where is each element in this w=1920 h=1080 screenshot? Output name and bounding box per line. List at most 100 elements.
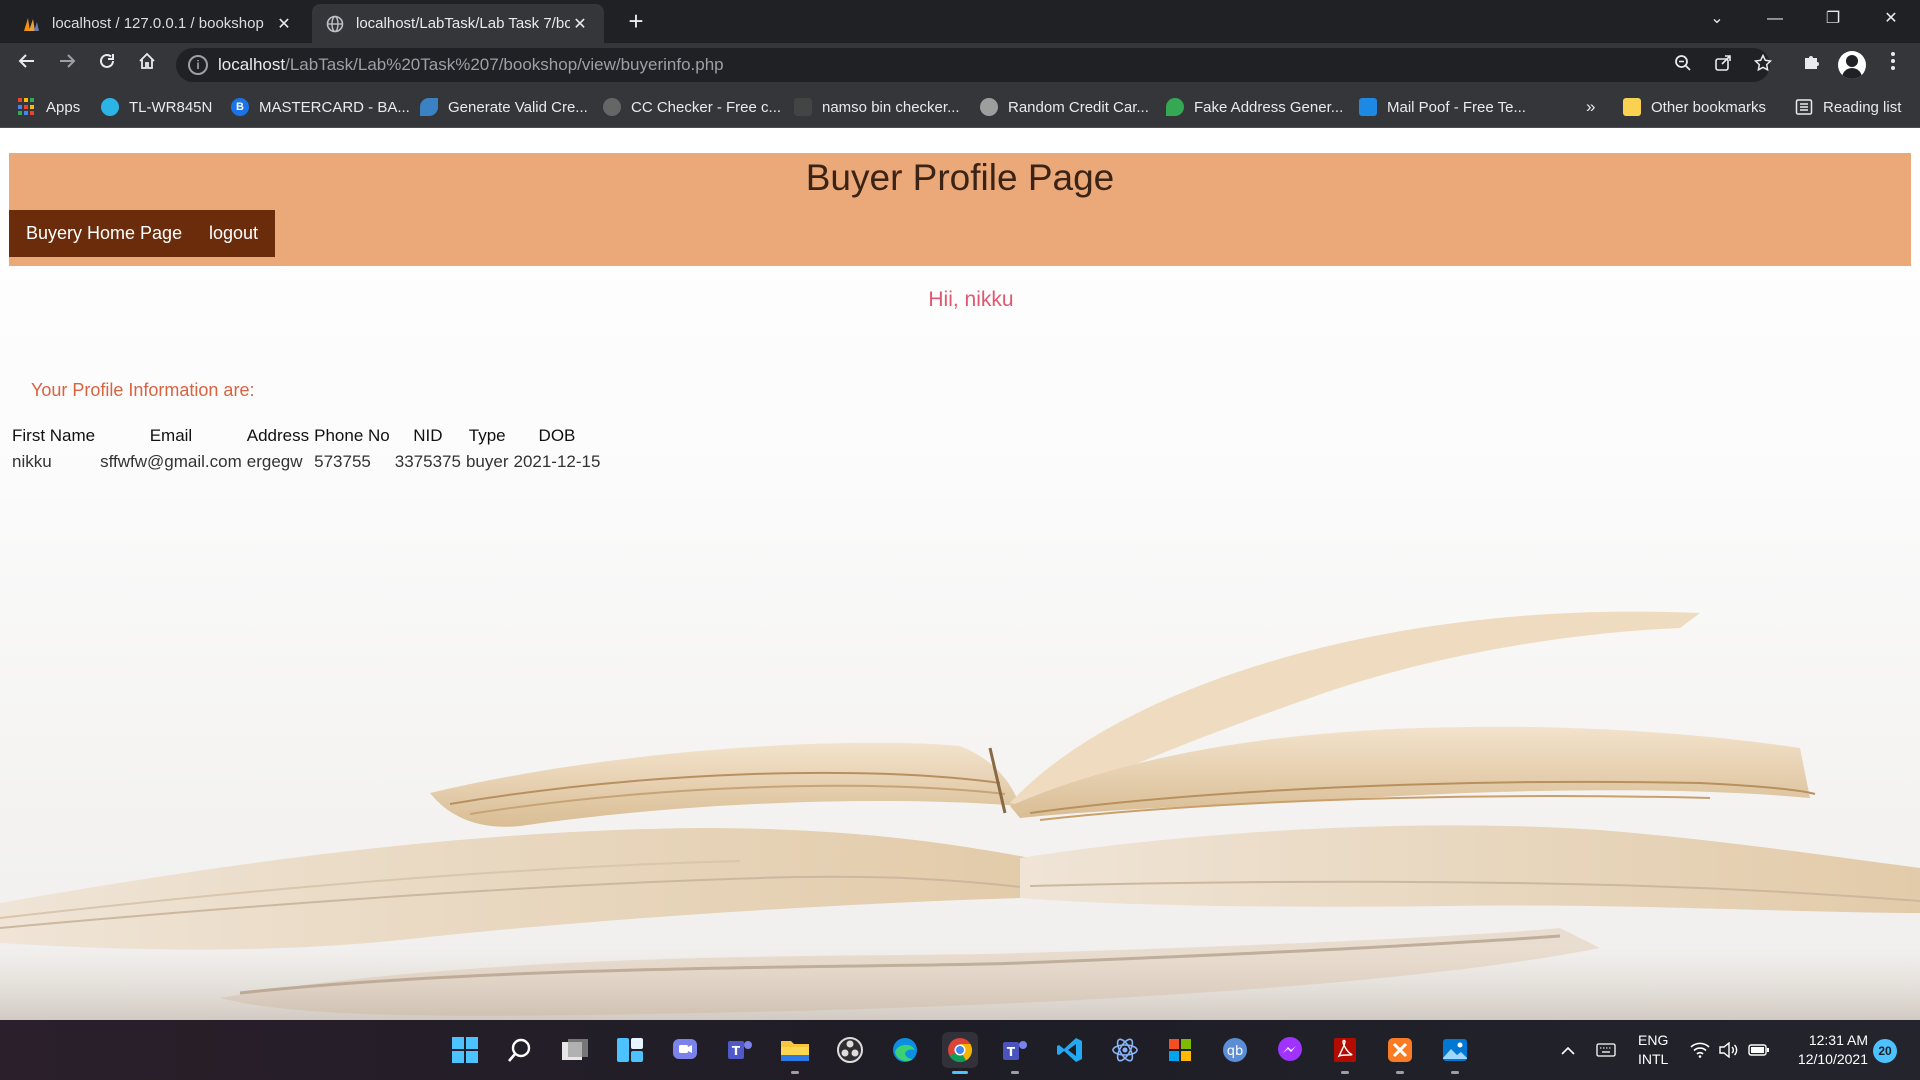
- search-icon: [508, 1038, 531, 1062]
- file-explorer-button[interactable]: [777, 1032, 813, 1074]
- bookmarks-overflow-button[interactable]: »: [1586, 96, 1595, 118]
- chat-button[interactable]: [667, 1032, 703, 1068]
- bookmark-star-icon[interactable]: [1750, 53, 1776, 79]
- map-pin-icon: [1166, 98, 1184, 116]
- chrome-menu-icon[interactable]: [1878, 50, 1908, 80]
- cell-dob: 2021-12-15: [513, 452, 601, 471]
- pdf-icon: [1334, 1038, 1356, 1062]
- show-hidden-icons-button[interactable]: [1560, 1020, 1576, 1080]
- col-first-name: First Name: [12, 426, 96, 445]
- input-language-indicator[interactable]: ENG INTL: [1638, 1031, 1668, 1069]
- forward-button[interactable]: [52, 50, 82, 80]
- photos-button[interactable]: [1437, 1032, 1473, 1074]
- minimize-button[interactable]: —: [1746, 0, 1804, 40]
- wifi-icon[interactable]: [1690, 1020, 1710, 1080]
- tab-title: localhost/LabTask/Lab Task 7/bookshop: [356, 15, 570, 32]
- url-path: /LabTask/Lab%20Task%207/bookshop/view/bu…: [285, 55, 724, 74]
- restore-button[interactable]: ❐: [1804, 0, 1862, 40]
- bookmark-tl-wr845n[interactable]: TL-WR845N: [101, 96, 212, 118]
- teams-icon: T: [728, 1041, 752, 1059]
- greeting-text: Hii, nikku: [928, 288, 1014, 311]
- obs-button[interactable]: [832, 1032, 868, 1068]
- svg-text:T: T: [732, 1044, 741, 1058]
- system-clock[interactable]: 12:31 AM 12/10/2021: [1788, 1031, 1868, 1069]
- acrobat-button[interactable]: [1327, 1032, 1363, 1074]
- col-dob: DOB: [538, 426, 576, 445]
- browser-toolbar: i localhost/LabTask/Lab%20Task%207/books…: [0, 43, 1920, 87]
- address-bar[interactable]: i localhost/LabTask/Lab%20Task%207/books…: [176, 48, 1773, 82]
- url-text[interactable]: localhost/LabTask/Lab%20Task%207/booksho…: [218, 55, 724, 75]
- widgets-button[interactable]: [612, 1032, 648, 1068]
- svg-text:T: T: [1007, 1045, 1016, 1059]
- close-tab-icon[interactable]: ✕: [274, 14, 294, 34]
- volume-icon[interactable]: [1718, 1020, 1738, 1080]
- bookmark-label: TL-WR845N: [129, 98, 213, 116]
- teams-work-button[interactable]: T: [997, 1032, 1033, 1074]
- bookmark-mastercard[interactable]: B MASTERCARD - BA...: [231, 96, 410, 118]
- tab-title: localhost / 127.0.0.1 / bookshop: [52, 15, 264, 32]
- zoom-icon[interactable]: [1670, 53, 1696, 79]
- share-icon[interactable]: [1710, 53, 1736, 79]
- bookmark-label: Generate Valid Cre...: [448, 98, 588, 116]
- reload-button[interactable]: [92, 50, 122, 80]
- messenger-button[interactable]: [1272, 1032, 1308, 1068]
- bookmark-cc-checker[interactable]: CC Checker - Free c...: [603, 96, 781, 118]
- teams-button[interactable]: T: [722, 1032, 758, 1068]
- bookmarks-bar: Apps TL-WR845N B MASTERCARD - BA... Gene…: [0, 87, 1920, 128]
- running-indicator: [1451, 1071, 1459, 1074]
- other-bookmarks-folder[interactable]: Other bookmarks: [1623, 96, 1766, 118]
- logout-link[interactable]: logout: [192, 210, 276, 257]
- obs-icon: [837, 1037, 863, 1063]
- home-button[interactable]: [132, 50, 162, 80]
- new-tab-button[interactable]: +: [620, 6, 652, 38]
- tab-search-button[interactable]: ⌄: [1688, 0, 1746, 40]
- bookmark-apps[interactable]: Apps: [18, 96, 80, 118]
- cell-address: ergegw: [246, 452, 303, 471]
- start-button[interactable]: [447, 1032, 483, 1068]
- buyer-home-link[interactable]: Buyery Home Page: [9, 210, 200, 257]
- reading-list-label: Reading list: [1823, 98, 1902, 116]
- touch-keyboard-button[interactable]: [1596, 1020, 1616, 1080]
- apps-grid-icon: [18, 98, 36, 116]
- bookmark-mail-poof[interactable]: Mail Poof - Free Te...: [1359, 96, 1526, 118]
- site-info-icon[interactable]: i: [188, 55, 208, 75]
- windows-taskbar: T T qb ENG INTL 12:31 AM 12/10/2021 20: [0, 1020, 1920, 1080]
- bookmark-namso[interactable]: namso bin checker...: [794, 96, 960, 118]
- table-header-row: First Name Email Address Phone No NID Ty…: [9, 426, 602, 452]
- battery-icon[interactable]: [1748, 1020, 1770, 1080]
- col-email: Email: [149, 426, 193, 445]
- bookmark-label: Mail Poof - Free Te...: [1387, 98, 1526, 116]
- store-button[interactable]: [1162, 1032, 1198, 1068]
- task-view-button[interactable]: [557, 1032, 593, 1068]
- bookmark-generate-valid[interactable]: Generate Valid Cre...: [420, 96, 588, 118]
- profile-avatar[interactable]: [1838, 51, 1866, 79]
- tab-buyerinfo[interactable]: localhost/LabTask/Lab Task 7/bookshop ✕: [312, 4, 604, 43]
- extensions-puzzle-icon[interactable]: [1797, 50, 1827, 80]
- close-window-button[interactable]: ✕: [1862, 0, 1920, 40]
- tab-phpmyadmin[interactable]: localhost / 127.0.0.1 / bookshop ✕: [8, 4, 308, 43]
- bookmark-label: Apps: [46, 98, 81, 116]
- notification-badge[interactable]: 20: [1873, 1039, 1897, 1063]
- reading-list-button[interactable]: Reading list: [1795, 96, 1901, 118]
- vscode-button[interactable]: [1052, 1032, 1088, 1068]
- running-indicator: [1011, 1071, 1019, 1074]
- edge-icon: [893, 1038, 917, 1062]
- bookmark-fake-address[interactable]: Fake Address Gener...: [1166, 96, 1343, 118]
- close-tab-icon[interactable]: ✕: [570, 14, 590, 34]
- books-background-image: [0, 611, 1920, 1020]
- header-banner: Buyer Profile Page Buyery Home Page logo…: [9, 153, 1911, 266]
- back-button[interactable]: [12, 50, 42, 80]
- edge-button[interactable]: [887, 1032, 923, 1068]
- col-type: Type: [468, 426, 506, 445]
- bookmark-random-credit[interactable]: Random Credit Car...: [980, 96, 1149, 118]
- app-button[interactable]: [1107, 1032, 1143, 1068]
- qbittorrent-button[interactable]: qb: [1217, 1032, 1253, 1068]
- col-nid: NID: [413, 426, 443, 445]
- col-address: Address: [246, 426, 310, 445]
- xampp-button[interactable]: [1382, 1032, 1418, 1074]
- search-button[interactable]: [502, 1032, 538, 1068]
- running-indicator: [791, 1071, 799, 1074]
- chrome-button[interactable]: [942, 1032, 978, 1074]
- clock-date: 12/10/2021: [1797, 1051, 1868, 1067]
- microsoft-store-icon: [1169, 1039, 1191, 1061]
